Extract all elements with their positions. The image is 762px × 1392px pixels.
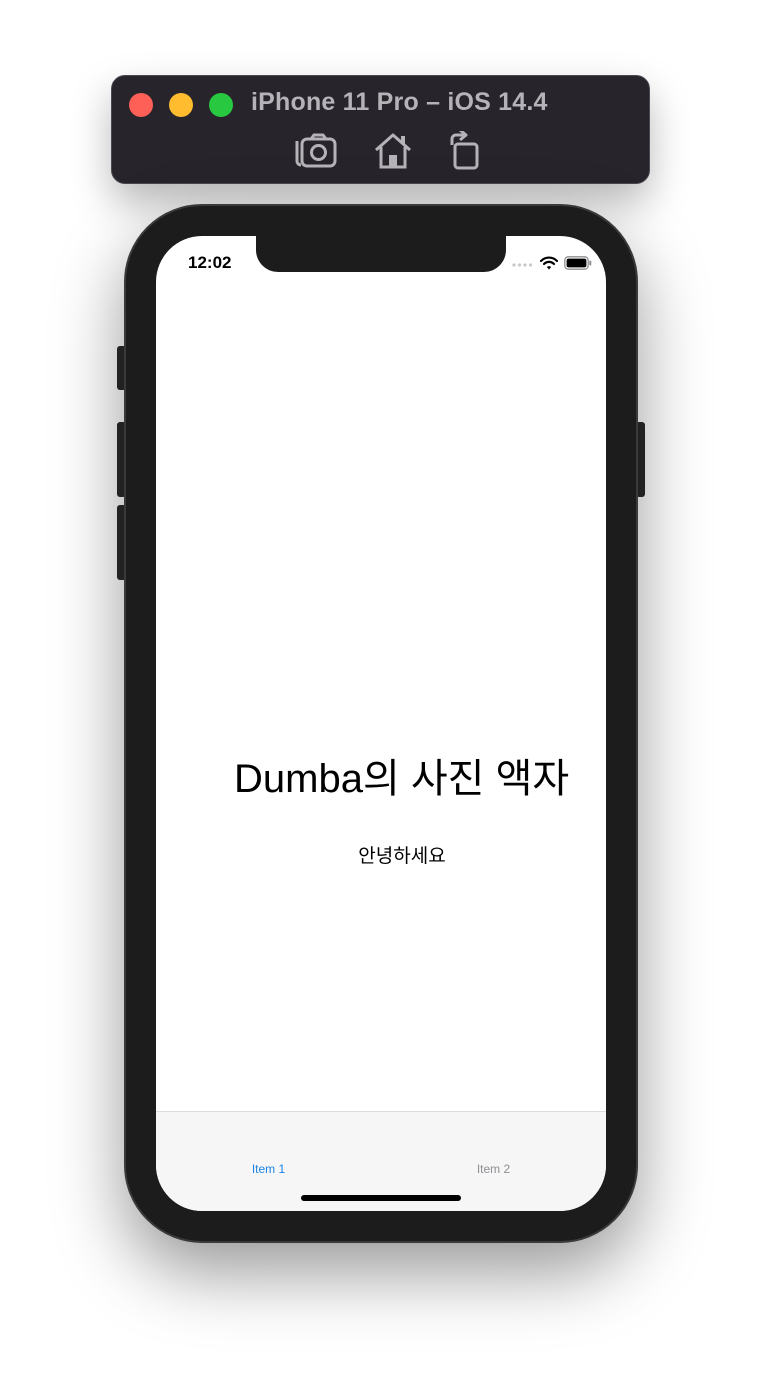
close-window-button[interactable] — [129, 93, 153, 117]
greeting-label: 안녕하세요 — [358, 846, 446, 867]
main-title-label: Dumba의 사진 액자 — [234, 757, 570, 801]
tab-item-2-label: Item 2 — [476, 1162, 511, 1176]
signal-icon — [512, 263, 533, 267]
stage: iPhone 11 Pro – iOS 14.4 12:02 Dumba의 사진… — [0, 0, 762, 1392]
screenshot-button[interactable] — [293, 131, 339, 171]
status-bar-indicators — [512, 255, 592, 271]
rotate-icon — [450, 128, 479, 170]
tab-item-1-label: Item 1 — [251, 1162, 286, 1176]
minimize-window-button[interactable] — [169, 93, 193, 117]
tab-item-2[interactable]: Item 2 — [381, 1112, 606, 1178]
rotate-button[interactable] — [442, 128, 488, 171]
screenshot-icon — [295, 133, 337, 168]
zoom-window-button[interactable] — [209, 93, 233, 117]
wifi-icon — [540, 256, 558, 270]
battery-icon — [564, 256, 592, 270]
home-button[interactable] — [370, 131, 416, 171]
notch — [256, 236, 506, 272]
home-indicator[interactable] — [301, 1195, 461, 1201]
tab-item-1[interactable]: Item 1 — [156, 1112, 381, 1178]
device-screen: 12:02 Dumba의 사진 액자 안녕하세요 Item 1 Item 2 — [156, 236, 606, 1211]
status-bar-time: 12:02 — [188, 253, 232, 272]
simulator-title-bar: iPhone 11 Pro – iOS 14.4 — [111, 75, 650, 184]
home-icon — [375, 133, 411, 169]
simulator-title: iPhone 11 Pro – iOS 14.4 — [251, 88, 548, 116]
